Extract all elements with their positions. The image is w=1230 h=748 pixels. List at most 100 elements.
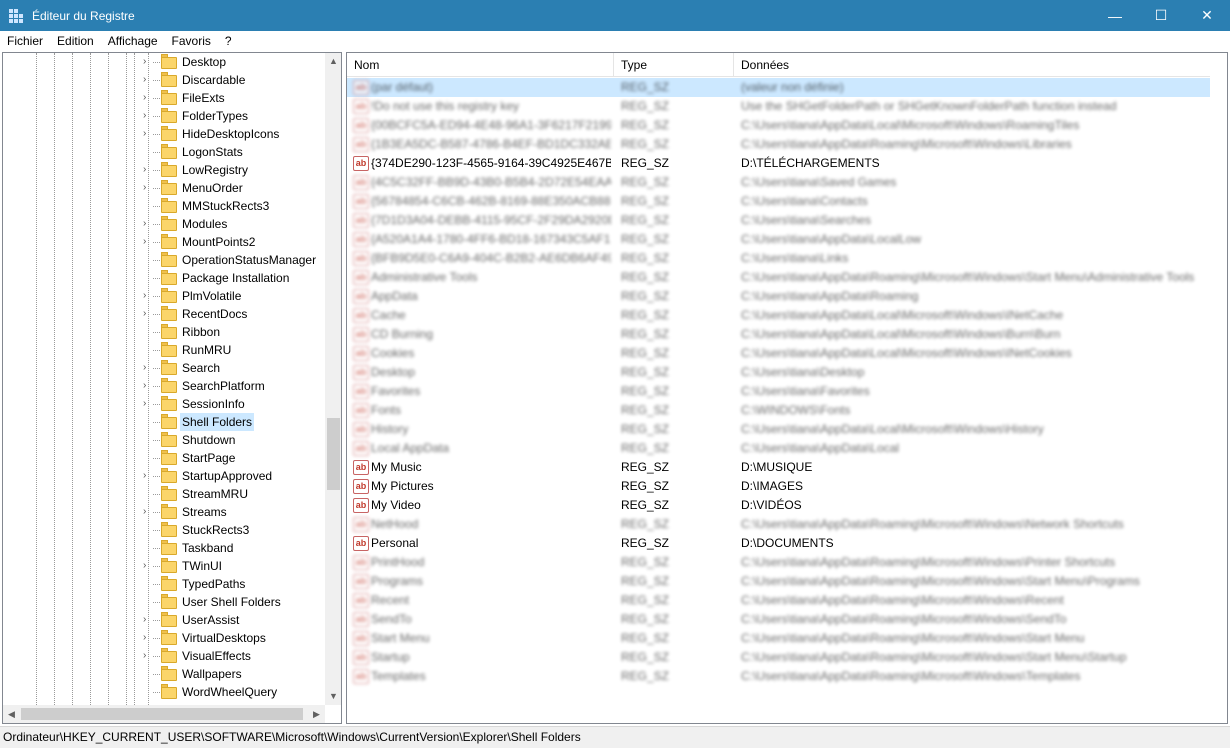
list-item[interactable]: ab Cookies REG_SZ C:\Users\tiana\AppData\Lo…	[347, 344, 1211, 363]
list-item[interactable]: ab PrintHood REG_SZ C:\Users\tiana\AppData\…	[347, 553, 1211, 572]
menu-favoris[interactable]: Favoris	[165, 31, 218, 51]
tree-horizontal-scrollbar[interactable]: ◀ ▶	[3, 705, 325, 723]
tree-item[interactable]: › Discardable	[3, 71, 325, 89]
expand-arrow-icon[interactable]: ›	[143, 288, 153, 304]
list-item[interactable]: ab My Video REG_SZ D:\VIDÉOS	[347, 496, 1211, 515]
tree-item[interactable]: › StartupApproved	[3, 467, 325, 485]
expand-arrow-icon[interactable]: ›	[143, 648, 153, 664]
list-item[interactable]: ab Recent REG_SZ C:\Users\tiana\AppData\Roa…	[347, 591, 1211, 610]
tree-item[interactable]: › PlmVolatile	[3, 287, 325, 305]
expand-arrow-icon[interactable]: ›	[143, 108, 153, 124]
tree-item[interactable]: › FileExts	[3, 89, 325, 107]
list-item[interactable]: ab {1B3EA5DC-B587-4786-B4EF-BD1DC332AEAE}…	[347, 135, 1211, 154]
tree-item[interactable]: › HideDesktopIcons	[3, 125, 325, 143]
scroll-down-icon[interactable]: ▼	[325, 688, 341, 705]
expand-arrow-icon[interactable]: ›	[143, 360, 153, 376]
registry-values-list[interactable]: Nom Type Données ab (par défaut) REG_SZ (va…	[346, 52, 1228, 724]
list-item[interactable]: ab Favorites REG_SZ C:\Users\tiana\Favorite…	[347, 382, 1211, 401]
menu-help[interactable]: ?	[218, 31, 239, 51]
list-item[interactable]: ab {4C5C32FF-BB9D-43B0-B5B4-2D72E54EAAA4}…	[347, 173, 1211, 192]
tree-item[interactable]: OperationStatusManager	[3, 251, 325, 269]
tree-item[interactable]: Shutdown	[3, 431, 325, 449]
registry-key-tree[interactable]: › Desktop › Discardable › FileExts › FolderType…	[2, 52, 342, 724]
tree-vertical-scroll-thumb[interactable]	[327, 418, 340, 490]
tree-item[interactable]: StartPage	[3, 449, 325, 467]
list-item[interactable]: ab Startup REG_SZ C:\Users\tiana\AppData\Ro…	[347, 648, 1211, 667]
expand-arrow-icon[interactable]: ›	[143, 612, 153, 628]
list-item[interactable]: ab Local AppData REG_SZ C:\Users\tiana\AppD…	[347, 439, 1211, 458]
list-item[interactable]: ab {00BCFC5A-ED94-4E48-96A1-3F6217F21990}…	[347, 116, 1211, 135]
tree-item[interactable]: › SessionInfo	[3, 395, 325, 413]
tree-item[interactable]: › Streams	[3, 503, 325, 521]
tree-item[interactable]: › Desktop	[3, 53, 325, 71]
list-item[interactable]: ab Templates REG_SZ C:\Users\tiana\AppData\…	[347, 667, 1211, 686]
list-item[interactable]: ab Desktop REG_SZ C:\Users\tiana\Desktop	[347, 363, 1211, 382]
list-item[interactable]: ab Fonts REG_SZ C:\WINDOWS\Fonts	[347, 401, 1211, 420]
menu-affichage[interactable]: Affichage	[101, 31, 165, 51]
menu-fichier[interactable]: Fichier	[0, 31, 50, 51]
list-vertical-scrollbar[interactable]	[1210, 53, 1227, 723]
tree-item[interactable]: › TWinUI	[3, 557, 325, 575]
scroll-up-icon[interactable]: ▲	[325, 53, 341, 70]
list-item[interactable]: ab {56784854-C6CB-462B-8169-88E350ACB882}…	[347, 192, 1211, 211]
expand-arrow-icon[interactable]: ›	[143, 162, 153, 178]
expand-arrow-icon[interactable]: ›	[143, 216, 153, 232]
tree-item[interactable]: › FolderTypes	[3, 107, 325, 125]
list-item[interactable]: ab {A520A1A4-1780-4FF6-BD18-167343C5AF16}…	[347, 230, 1211, 249]
expand-arrow-icon[interactable]: ›	[143, 378, 153, 394]
expand-arrow-icon[interactable]: ›	[143, 558, 153, 574]
tree-item[interactable]: Wallpapers	[3, 665, 325, 683]
tree-item[interactable]: Taskband	[3, 539, 325, 557]
expand-arrow-icon[interactable]: ›	[143, 396, 153, 412]
maximize-button[interactable]: ☐	[1138, 0, 1184, 31]
tree-item[interactable]: › MenuOrder	[3, 179, 325, 197]
tree-item[interactable]: WordWheelQuery	[3, 683, 325, 701]
expand-arrow-icon[interactable]: ›	[143, 180, 153, 196]
tree-item[interactable]: StuckRects3	[3, 521, 325, 539]
list-item[interactable]: ab (par défaut) REG_SZ (valeur non définie)	[347, 78, 1211, 97]
list-item[interactable]: ab NetHood REG_SZ C:\Users\tiana\AppData\Ro…	[347, 515, 1211, 534]
list-item[interactable]: ab History REG_SZ C:\Users\tiana\AppData\Lo…	[347, 420, 1211, 439]
list-item[interactable]: ab My Pictures REG_SZ D:\IMAGES	[347, 477, 1211, 496]
expand-arrow-icon[interactable]: ›	[143, 306, 153, 322]
tree-item[interactable]: › Search	[3, 359, 325, 377]
tree-item[interactable]: › LowRegistry	[3, 161, 325, 179]
list-item[interactable]: ab Cache REG_SZ C:\Users\tiana\AppData\Loca…	[347, 306, 1211, 325]
list-item[interactable]: ab CD Burning REG_SZ C:\Users\tiana\AppData…	[347, 325, 1211, 344]
list-item[interactable]: ab Programs REG_SZ C:\Users\tiana\AppData\R…	[347, 572, 1211, 591]
expand-arrow-icon[interactable]: ›	[143, 234, 153, 250]
minimize-button[interactable]: —	[1092, 0, 1138, 31]
tree-item[interactable]: › Modules	[3, 215, 325, 233]
tree-item[interactable]: RunMRU	[3, 341, 325, 359]
tree-item[interactable]: TypedPaths	[3, 575, 325, 593]
tree-item[interactable]: › RecentDocs	[3, 305, 325, 323]
tree-item[interactable]: › MountPoints2	[3, 233, 325, 251]
menu-edition[interactable]: Edition	[50, 31, 101, 51]
expand-arrow-icon[interactable]: ›	[143, 504, 153, 520]
column-header-type[interactable]: Type	[614, 53, 734, 77]
list-item[interactable]: ab Administrative Tools REG_SZ C:\Users\tia…	[347, 268, 1211, 287]
tree-item[interactable]: Shell Folders	[3, 413, 325, 431]
expand-arrow-icon[interactable]: ›	[143, 54, 153, 70]
list-item[interactable]: ab {7D1D3A04-DEBB-4115-95CF-2F29DA2920DA}…	[347, 211, 1211, 230]
tree-item[interactable]: › VirtualDesktops	[3, 629, 325, 647]
tree-vertical-scrollbar[interactable]: ▲ ▼	[325, 53, 341, 705]
tree-item[interactable]: MMStuckRects3	[3, 197, 325, 215]
expand-arrow-icon[interactable]: ›	[143, 72, 153, 88]
tree-item[interactable]: Ribbon	[3, 323, 325, 341]
list-item[interactable]: ab Personal REG_SZ D:\DOCUMENTS	[347, 534, 1211, 553]
list-item[interactable]: ab {BFB9D5E0-C6A9-404C-B2B2-AE6DB6AF4968}…	[347, 249, 1211, 268]
tree-item[interactable]: Package Installation	[3, 269, 325, 287]
expand-arrow-icon[interactable]: ›	[143, 126, 153, 142]
close-button[interactable]: ✕	[1184, 0, 1230, 31]
expand-arrow-icon[interactable]: ›	[143, 630, 153, 646]
column-header-nom[interactable]: Nom	[347, 53, 614, 77]
title-bar[interactable]: Éditeur du Registre — ☐ ✕	[0, 0, 1230, 31]
scroll-right-icon[interactable]: ▶	[308, 705, 325, 723]
scroll-left-icon[interactable]: ◀	[3, 705, 20, 723]
tree-item[interactable]: › VisualEffects	[3, 647, 325, 665]
tree-horizontal-scroll-thumb[interactable]	[21, 708, 303, 720]
tree-item[interactable]: › SearchPlatform	[3, 377, 325, 395]
list-item[interactable]: ab SendTo REG_SZ C:\Users\tiana\AppData\Roa…	[347, 610, 1211, 629]
list-item[interactable]: ab {374DE290-123F-4565-9164-39C4925E467B}…	[347, 154, 1211, 173]
